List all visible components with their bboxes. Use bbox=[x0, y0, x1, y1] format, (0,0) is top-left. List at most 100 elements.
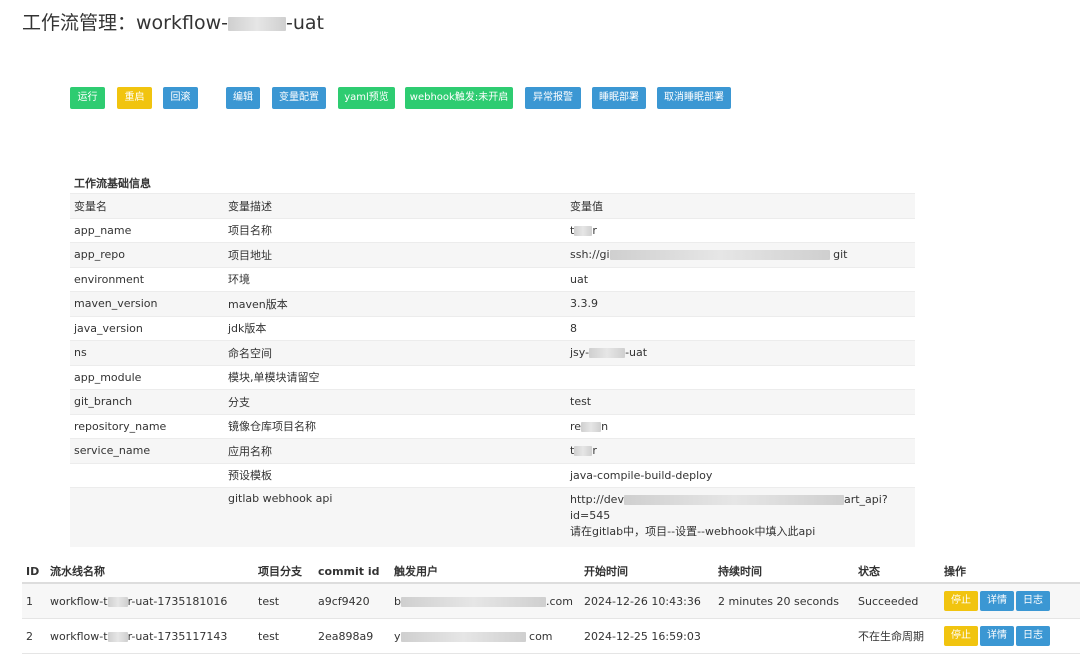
redacted-block bbox=[581, 421, 602, 432]
header-var-name: 变量名 bbox=[70, 193, 224, 218]
row-status: Succeeded bbox=[854, 583, 940, 619]
info-row: app_name 项目名称 tr bbox=[70, 217, 915, 243]
webhook-url-prefix: http://dev bbox=[570, 493, 624, 506]
var-value: java-compile-build-deploy bbox=[566, 462, 915, 488]
var-desc: 模块,单模块请留空 bbox=[224, 364, 566, 390]
col-trigger-user: 触发用户 bbox=[390, 560, 580, 584]
value-prefix: ssh://gi bbox=[570, 248, 610, 262]
info-row: app_module 模块,单模块请留空 bbox=[70, 364, 915, 390]
info-header-row: 变量名 变量描述 变量值 bbox=[70, 193, 915, 218]
info-row: app_repo 项目地址 ssh://gi git bbox=[70, 242, 915, 267]
rollback-button[interactable]: 回滚 bbox=[163, 87, 198, 109]
row-actions: 停止 详情 日志 bbox=[940, 583, 1080, 619]
var-name: environment bbox=[70, 266, 224, 292]
col-start-time: 开始时间 bbox=[580, 560, 714, 584]
page-title: 工作流管理：workflow- -uat bbox=[22, 8, 324, 35]
redacted-block bbox=[623, 495, 844, 505]
webhook-url-suffix: art_api? bbox=[843, 493, 888, 506]
col-pipeline-name: 流水线名称 bbox=[46, 560, 254, 584]
row-start-time: 2024-12-25 16:59:03 bbox=[580, 618, 714, 654]
info-row: 预设模板 java-compile-build-deploy bbox=[70, 462, 915, 488]
table-row: 1 workflow-t r-uat-1735181016 test a9cf94… bbox=[22, 583, 1080, 619]
value-suffix: n bbox=[601, 419, 609, 433]
redacted-block bbox=[107, 631, 128, 642]
webhook-id: id=545 bbox=[570, 509, 611, 522]
col-duration: 持续时间 bbox=[714, 560, 854, 584]
var-name: app_repo bbox=[70, 242, 224, 267]
info-row: repository_name 镜像仓库项目名称 re n bbox=[70, 413, 915, 439]
row-branch: test bbox=[254, 618, 314, 654]
redacted-block bbox=[609, 250, 830, 261]
value-suffix: r bbox=[592, 444, 597, 458]
var-name: app_name bbox=[70, 217, 224, 243]
var-desc: gitlab webhook api bbox=[224, 487, 566, 547]
var-value: tr bbox=[566, 438, 915, 463]
redacted-block bbox=[400, 596, 546, 607]
webhook-hint: 请在gitlab中，项目--设置--webhook中填入此api bbox=[570, 525, 816, 538]
var-desc: maven版本 bbox=[224, 291, 566, 316]
var-name bbox=[70, 462, 224, 488]
header-var-desc: 变量描述 bbox=[224, 193, 566, 218]
table-row: 2 workflow-t r-uat-1735117143 test 2ea898… bbox=[22, 618, 1080, 654]
redacted-block bbox=[227, 16, 286, 31]
sleep-deploy-button[interactable]: 睡眠部署 bbox=[592, 87, 646, 109]
row-user: y com bbox=[390, 618, 580, 654]
var-desc: 预设模板 bbox=[224, 462, 566, 488]
cancel-sleep-deploy-button[interactable]: 取消睡眠部署 bbox=[657, 87, 731, 109]
var-value: tr bbox=[566, 217, 915, 243]
row-commit: 2ea898a9 bbox=[314, 618, 390, 654]
info-table: 变量名 变量描述 变量值 app_name 项目名称 tr app_repo 项… bbox=[70, 193, 915, 547]
value-suffix: r bbox=[592, 223, 597, 237]
restart-button[interactable]: 重启 bbox=[117, 87, 152, 109]
row-status: 不在生命周期 bbox=[854, 618, 940, 654]
detail-button[interactable]: 详情 bbox=[980, 626, 1014, 646]
var-value: ssh://gi git bbox=[566, 242, 915, 267]
var-name: maven_version bbox=[70, 291, 224, 316]
var-name: ns bbox=[70, 340, 224, 365]
row-user: b .com bbox=[390, 583, 580, 619]
var-name: app_module bbox=[70, 364, 224, 390]
row-pipeline-name: workflow-t r-uat-1735181016 bbox=[46, 583, 254, 619]
var-value: re n bbox=[566, 413, 915, 439]
name-prefix: workflow-t bbox=[50, 594, 108, 608]
user-suffix: com bbox=[529, 629, 553, 643]
redacted-block bbox=[589, 348, 626, 359]
edit-button[interactable]: 编辑 bbox=[226, 87, 260, 109]
detail-button[interactable]: 详情 bbox=[980, 591, 1014, 611]
var-desc: 命名空间 bbox=[224, 340, 566, 365]
user-suffix: .com bbox=[545, 594, 573, 608]
info-row: maven_version maven版本 3.3.9 bbox=[70, 291, 915, 316]
webhook-toggle-button[interactable]: webhook触发:未开启 bbox=[405, 87, 513, 109]
var-value: uat bbox=[566, 266, 915, 292]
yaml-preview-button[interactable]: yaml预览 bbox=[338, 87, 395, 109]
stop-button[interactable]: 停止 bbox=[944, 591, 978, 611]
info-row: ns 命名空间 jsy- -uat bbox=[70, 340, 915, 365]
col-branch: 项目分支 bbox=[254, 560, 314, 584]
var-value: 3.3.9 bbox=[566, 291, 915, 316]
var-value: 8 bbox=[566, 315, 915, 341]
row-duration: 2 minutes 20 seconds bbox=[714, 583, 854, 619]
info-row: git_branch 分支 test bbox=[70, 389, 915, 414]
var-desc: 镜像仓库项目名称 bbox=[224, 413, 566, 439]
stop-button[interactable]: 停止 bbox=[944, 626, 978, 646]
pipeline-header-row: ID 流水线名称 项目分支 commit id 触发用户 开始时间 持续时间 状… bbox=[22, 560, 1080, 584]
section-title: 工作流基础信息 bbox=[74, 177, 151, 190]
col-commit-id: commit id bbox=[314, 560, 390, 584]
log-button[interactable]: 日志 bbox=[1016, 626, 1050, 646]
variable-config-button[interactable]: 变量配置 bbox=[272, 87, 326, 109]
value-prefix: re bbox=[570, 419, 582, 433]
value-prefix: jsy- bbox=[570, 346, 590, 360]
row-id: 1 bbox=[22, 583, 46, 619]
alert-button[interactable]: 异常报警 bbox=[525, 87, 581, 109]
user-prefix: y bbox=[394, 629, 401, 643]
var-value: test bbox=[566, 389, 915, 414]
log-button[interactable]: 日志 bbox=[1016, 591, 1050, 611]
var-desc: 分支 bbox=[224, 389, 566, 414]
webhook-api-value: http://dev art_api? id=545 请在gitlab中，项目--… bbox=[566, 487, 915, 547]
run-button[interactable]: 运行 bbox=[70, 87, 105, 109]
var-desc: jdk版本 bbox=[224, 315, 566, 341]
row-start-time: 2024-12-26 10:43:36 bbox=[580, 583, 714, 619]
row-actions: 停止 详情 日志 bbox=[940, 618, 1080, 654]
page-title-suffix: -uat bbox=[285, 12, 324, 34]
name-suffix: r-uat-1735181016 bbox=[127, 594, 228, 608]
